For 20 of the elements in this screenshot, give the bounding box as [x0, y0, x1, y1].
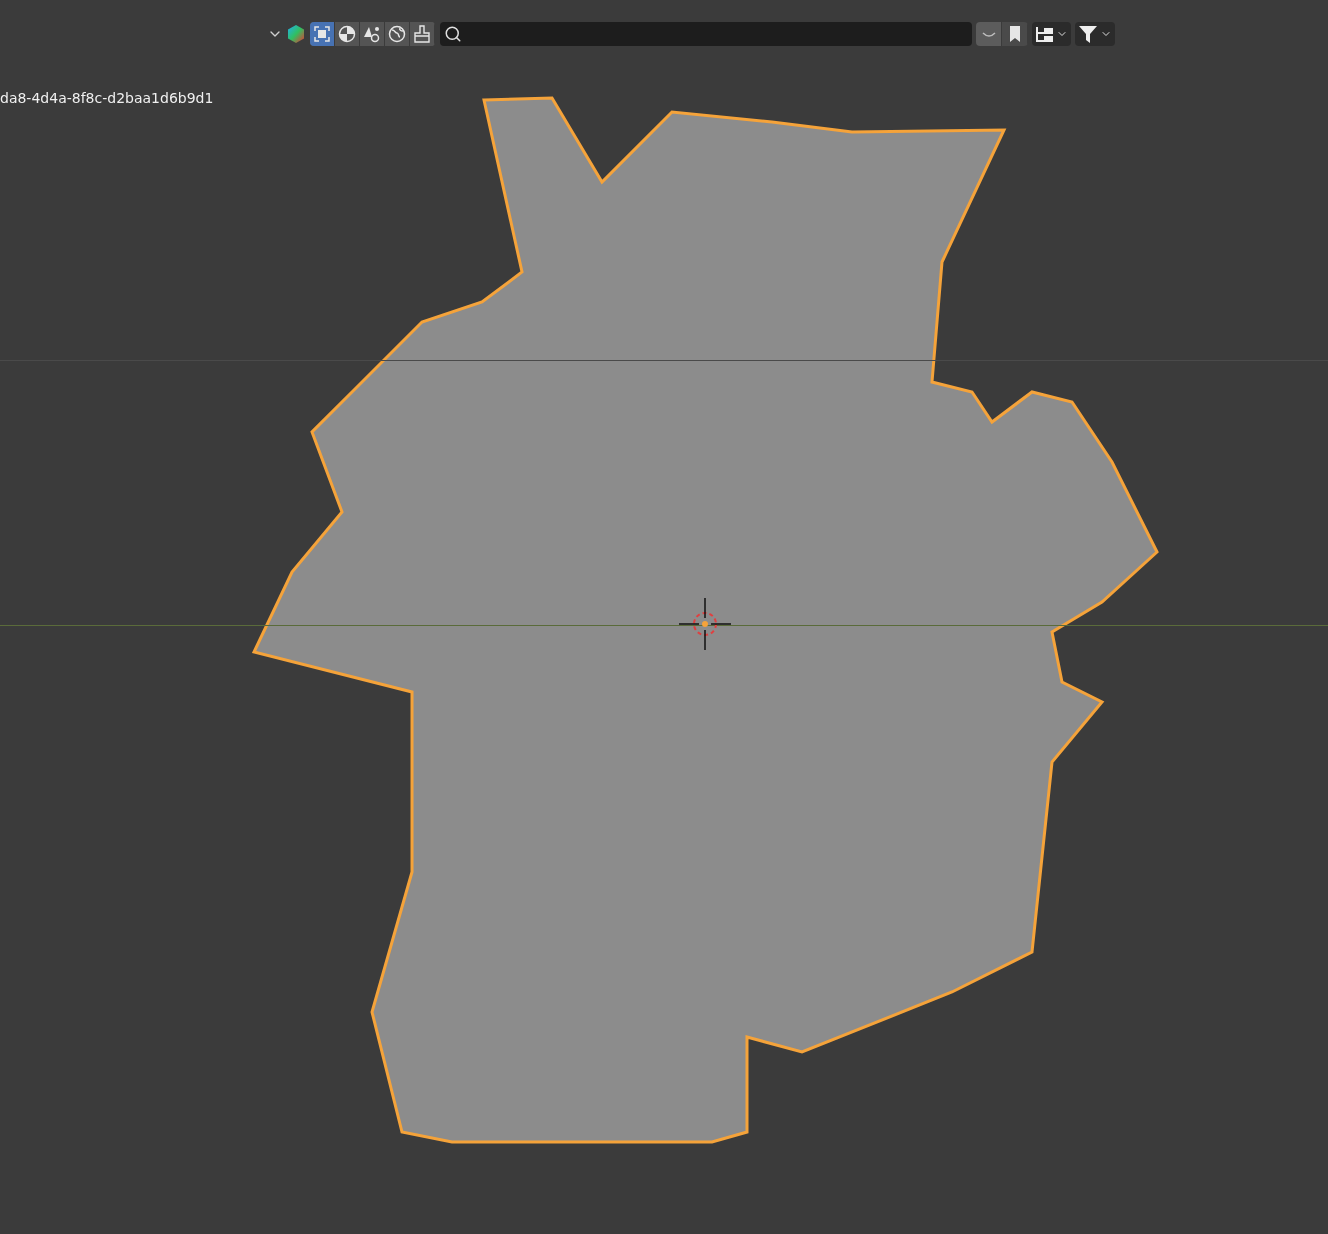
filter-mode-button[interactable] [385, 22, 410, 46]
curve-icon [981, 31, 996, 37]
globe-icon [388, 25, 406, 43]
search-icon [444, 25, 462, 43]
bookmark-icon [1007, 25, 1022, 43]
shapes-icon [363, 25, 381, 43]
toggle-button[interactable] [1002, 22, 1028, 46]
filter-mode-button[interactable] [335, 22, 360, 46]
object-name-label: da8-4d4a-8f8c-d2baa1d6b9d1 [0, 90, 214, 106]
square-select-icon [313, 25, 331, 43]
color-hexagon-icon[interactable] [286, 23, 306, 45]
brush-icon [413, 25, 431, 43]
hierarchy-icon [1035, 25, 1055, 43]
filter-icon [1078, 24, 1098, 44]
search-field[interactable] [440, 22, 972, 46]
filter-mode-button[interactable] [310, 22, 335, 46]
3d-cursor-icon [679, 598, 731, 650]
filter-dropdown-button[interactable] [1075, 22, 1115, 46]
hierarchy-dropdown-button[interactable] [1032, 22, 1071, 46]
toggle-button[interactable] [976, 22, 1002, 46]
